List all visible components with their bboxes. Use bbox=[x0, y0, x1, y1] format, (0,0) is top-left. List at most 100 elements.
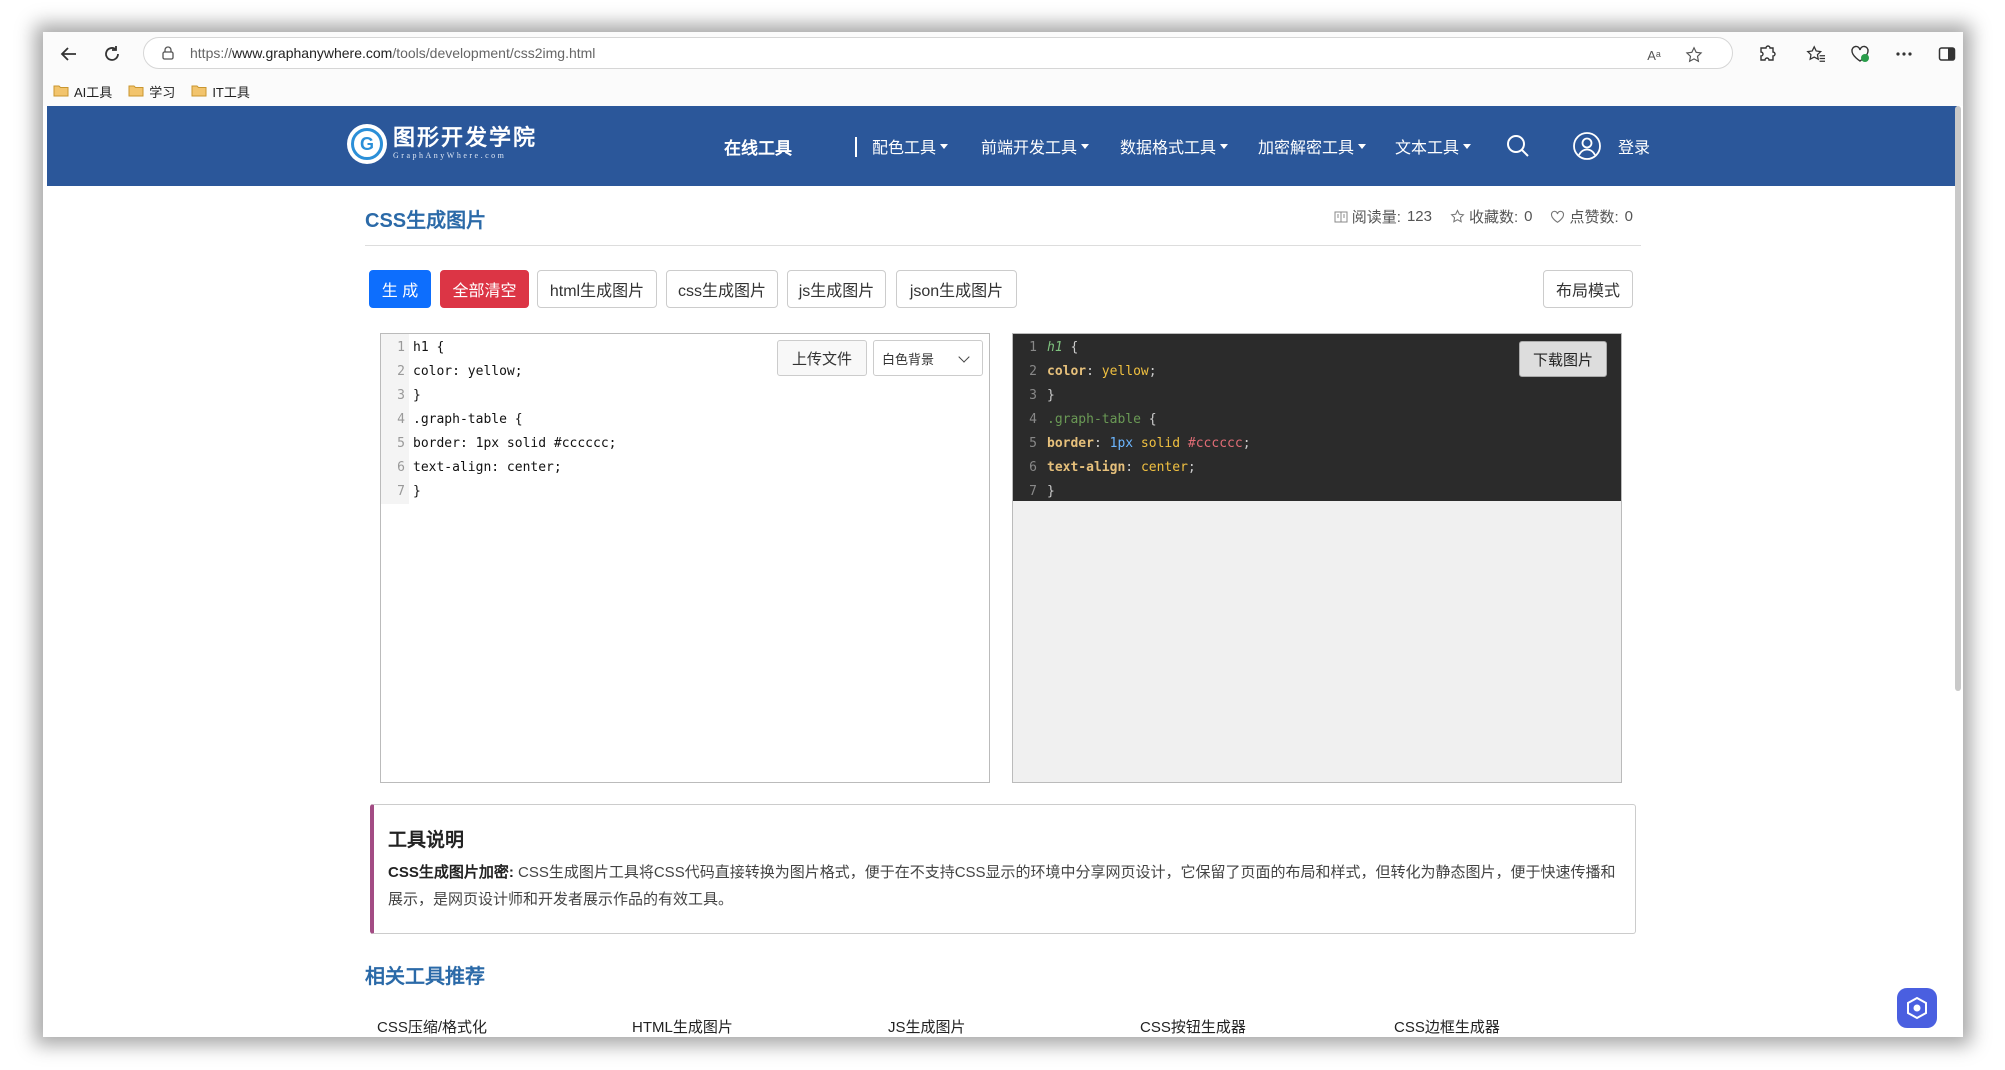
token-number: 1px bbox=[1109, 436, 1134, 451]
token-hex: #cccccc bbox=[1187, 436, 1243, 451]
assistant-float-button[interactable] bbox=[1897, 988, 1937, 1028]
stat-views: 阅读量: 123 bbox=[1334, 206, 1432, 227]
tab-json-to-image[interactable]: json生成图片 bbox=[896, 270, 1017, 308]
favorite-button[interactable] bbox=[1684, 46, 1704, 64]
related-tool-link[interactable]: CSS压缩/格式化 bbox=[377, 1016, 487, 1037]
stat-likes-label: 点赞数: bbox=[1569, 209, 1619, 226]
tab-label: js生成图片 bbox=[798, 283, 875, 300]
tab-js-to-image[interactable]: js生成图片 bbox=[787, 270, 886, 308]
read-aloud-button[interactable]: Aᵃ bbox=[1644, 46, 1664, 64]
nav-text-tools[interactable]: 文本工具 bbox=[1395, 106, 1472, 186]
address-bar[interactable]: https://www.graphanywhere.com/tools/deve… bbox=[143, 37, 1733, 69]
search-icon bbox=[1507, 135, 1529, 157]
line-text: } bbox=[413, 484, 421, 499]
folder-icon bbox=[128, 85, 144, 97]
favorites-star-icon bbox=[1806, 45, 1825, 62]
token-punct: { bbox=[1140, 412, 1157, 427]
read-aloud-label: Aᵃ bbox=[1647, 47, 1661, 63]
nav-data-format-tools[interactable]: 数据格式工具 bbox=[1120, 106, 1229, 186]
sidebar-icon bbox=[1938, 47, 1956, 61]
generate-button[interactable]: 生 成 bbox=[369, 270, 431, 308]
bookmark-it-tools[interactable]: IT工具 bbox=[191, 82, 250, 101]
background-select[interactable]: 白色背景 bbox=[873, 340, 983, 376]
layout-mode-button[interactable]: 布局模式 bbox=[1543, 270, 1633, 308]
layout-mode-label: 布局模式 bbox=[1555, 283, 1620, 300]
nav-label: 前端开发工具 bbox=[981, 140, 1078, 157]
background-select-value: 白色背景 bbox=[882, 351, 935, 367]
screenshot-stage: https://www.graphanywhere.com/tools/deve… bbox=[0, 0, 2005, 1070]
browser-essentials-button[interactable] bbox=[1849, 43, 1871, 65]
tab-html-to-image[interactable]: html生成图片 bbox=[537, 270, 657, 308]
generate-label: 生 成 bbox=[381, 283, 419, 300]
login-link[interactable]: 登录 bbox=[1572, 106, 1650, 186]
image-preview-panel: 1 h1 { 2 color: yellow; 3} 4 .graph-table {… bbox=[1012, 333, 1622, 783]
url-path: /tools/development/css2img.html bbox=[392, 45, 596, 61]
token-punct: : bbox=[1093, 436, 1110, 451]
logo-mark-icon: G bbox=[347, 124, 387, 164]
token-punct: } bbox=[1047, 388, 1055, 403]
preview-line: 2 color: yellow; bbox=[1013, 364, 1156, 388]
description-body: CSS生成图片工具将CSS代码直接转换为图片格式，便于在不支持CSS显示的环境中… bbox=[388, 864, 1616, 908]
sidebar-toggle-button[interactable] bbox=[1936, 43, 1958, 65]
line-number: 2 bbox=[1029, 364, 1037, 379]
related-tool-link[interactable]: JS生成图片 bbox=[888, 1016, 966, 1037]
preview-line: 6 text-align: center; bbox=[1013, 460, 1196, 484]
nav-online-label: 在线工具 bbox=[724, 138, 792, 158]
folder-icon bbox=[191, 85, 207, 97]
bookmark-study[interactable]: 学习 bbox=[128, 82, 175, 101]
page-scrollbar[interactable] bbox=[1955, 106, 1961, 691]
tab-css-to-image[interactable]: css生成图片 bbox=[666, 270, 778, 308]
token-punct: ; bbox=[1242, 436, 1251, 451]
back-button[interactable] bbox=[55, 40, 83, 68]
extensions-button[interactable] bbox=[1756, 43, 1778, 65]
stat-likes-value: 0 bbox=[1624, 208, 1633, 225]
code-line: 6 text-align: center; bbox=[381, 460, 562, 484]
token-selector: .graph-table bbox=[1047, 412, 1141, 427]
token-property: color bbox=[1047, 364, 1087, 379]
preview-line: 5 border: 1px solid #cccccc; bbox=[1013, 436, 1251, 460]
related-tool-label: CSS边框生成器 bbox=[1394, 1019, 1500, 1036]
nav-label: 数据格式工具 bbox=[1120, 140, 1217, 157]
folder-icon bbox=[53, 85, 69, 97]
upload-file-button[interactable]: 上传文件 bbox=[777, 340, 867, 376]
more-menu-button[interactable] bbox=[1893, 43, 1915, 65]
preview-line: 1 h1 { bbox=[1013, 340, 1078, 364]
related-tool-link[interactable]: HTML生成图片 bbox=[632, 1016, 733, 1037]
preview-line: 3} bbox=[1013, 388, 1055, 412]
related-tool-link[interactable]: CSS按钮生成器 bbox=[1140, 1016, 1246, 1037]
nav-online-tools[interactable]: 在线工具 bbox=[724, 106, 792, 186]
site-logo[interactable]: G 图形开发学院 GraphAnyWhere.com bbox=[347, 124, 537, 164]
favorites-button[interactable] bbox=[1805, 43, 1827, 65]
stat-favorites[interactable]: 收藏数: 0 bbox=[1450, 206, 1533, 227]
main-content: CSS生成图片 阅读量: 123 收藏数: 0 点赞数: 0 生 成 全部清空 … bbox=[43, 186, 1963, 1037]
heart-outline-icon bbox=[1551, 210, 1565, 223]
related-tool-link[interactable]: CSS边框生成器 bbox=[1394, 1016, 1500, 1037]
search-button[interactable] bbox=[1505, 106, 1531, 186]
nav-divider bbox=[855, 137, 857, 157]
nav-label: 加密解密工具 bbox=[1258, 140, 1355, 157]
line-number: 6 bbox=[397, 460, 405, 475]
related-tool-label: CSS压缩/格式化 bbox=[377, 1019, 488, 1036]
tab-label: json生成图片 bbox=[909, 283, 1004, 300]
refresh-icon bbox=[105, 46, 119, 61]
token-punct: ; bbox=[1187, 460, 1196, 475]
nav-crypto-tools[interactable]: 加密解密工具 bbox=[1258, 106, 1367, 186]
stat-favorites-value: 0 bbox=[1524, 208, 1533, 225]
nav-frontend-tools[interactable]: 前端开发工具 bbox=[981, 106, 1090, 186]
stat-likes[interactable]: 点赞数: 0 bbox=[1550, 206, 1633, 227]
tab-label: css生成图片 bbox=[677, 283, 766, 300]
bookmark-ai-tools[interactable]: AI工具 bbox=[53, 82, 112, 101]
reload-button[interactable] bbox=[98, 40, 126, 68]
token-property: text-align bbox=[1047, 460, 1126, 475]
line-number: 7 bbox=[1029, 484, 1037, 499]
chevron-down-icon bbox=[958, 351, 970, 363]
clear-all-button[interactable]: 全部清空 bbox=[440, 270, 529, 308]
caret-down-icon bbox=[1220, 143, 1229, 149]
download-image-button[interactable]: 下载图片 bbox=[1519, 341, 1607, 377]
ellipsis-icon bbox=[1896, 52, 1912, 56]
nav-color-tools[interactable]: 配色工具 bbox=[872, 106, 949, 186]
preview-line: 4 .graph-table { bbox=[1013, 412, 1157, 436]
code-line: 5 border: 1px solid #cccccc; bbox=[381, 436, 616, 460]
line-number: 3 bbox=[1029, 388, 1037, 403]
css-code-editor[interactable]: 1 h1 { 2 color: yellow; 3} 4 .graph-table {… bbox=[380, 333, 990, 783]
